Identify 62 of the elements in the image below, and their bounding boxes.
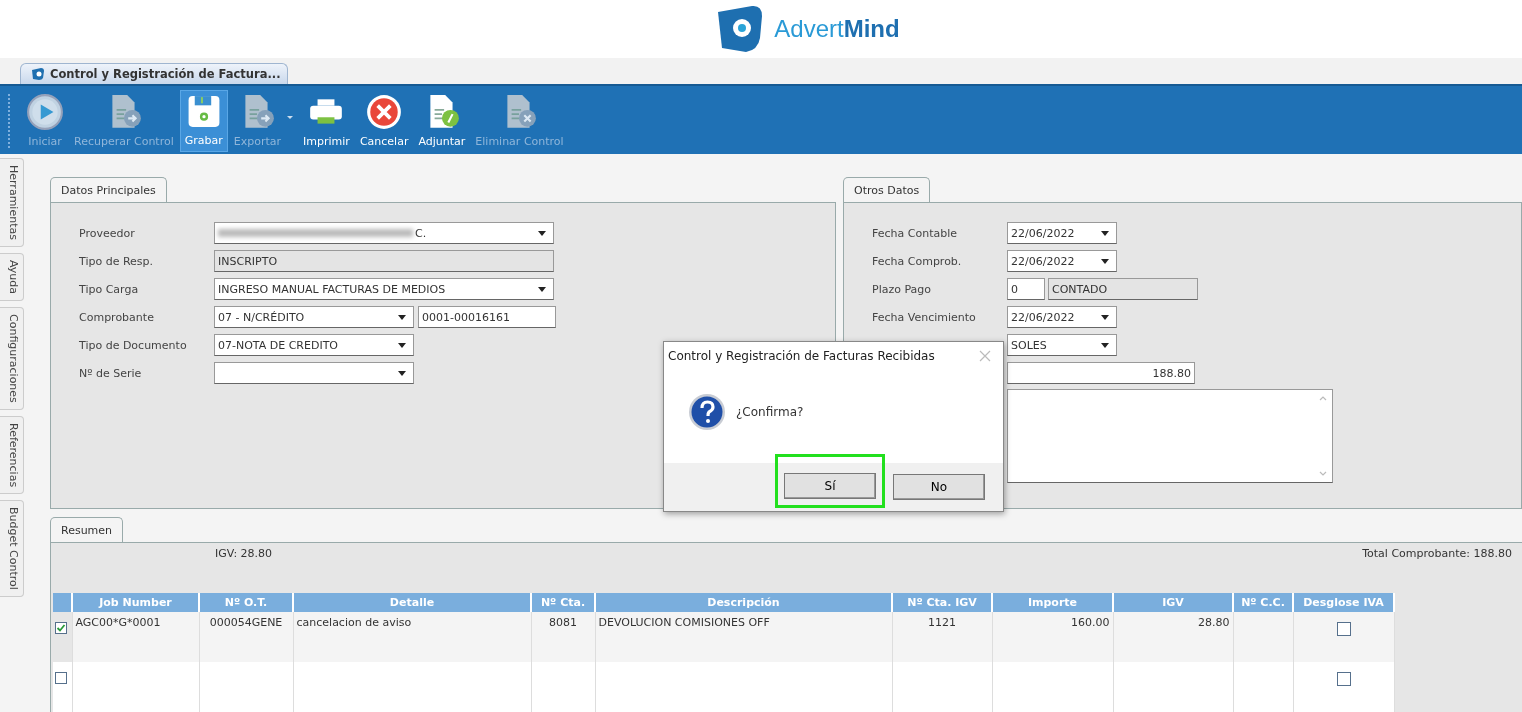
dialog-message: ¿Confirma? xyxy=(736,404,804,419)
table-cell: AGC00*G*0001 xyxy=(75,616,161,629)
days-field[interactable]: 0 xyxy=(1007,278,1045,300)
field-label: Proveedor xyxy=(79,226,136,240)
readonly-field: INSCRIPTO xyxy=(214,250,554,272)
table-cell: 28.80 xyxy=(1198,616,1230,629)
field-label: Nº de Serie xyxy=(79,366,143,380)
table-cell: 8081 xyxy=(549,616,577,629)
checkbox[interactable] xyxy=(55,672,67,684)
dialog-button[interactable]: No xyxy=(893,474,985,500)
cancel-icon xyxy=(365,93,404,131)
field-label: Fecha Vencimiento xyxy=(872,310,977,324)
field-label: Tipo de Resp. xyxy=(79,254,155,268)
table-cell: DEVOLUCION COMISIONES OFF xyxy=(598,616,770,629)
field-label: Comprobante xyxy=(79,310,155,324)
dropdown-field[interactable]: C. xyxy=(214,222,554,244)
checkbox[interactable] xyxy=(55,622,67,634)
scrollbar[interactable] xyxy=(1318,394,1328,478)
readonly-field: CONTADO xyxy=(1048,278,1198,300)
dropdown-field[interactable]: SOLES xyxy=(1007,334,1117,356)
play-icon xyxy=(26,93,64,131)
amount-field[interactable]: 188.80 xyxy=(1007,362,1195,384)
dropdown-field[interactable]: 07 - N/CRÉDITO xyxy=(214,306,414,328)
side-tab[interactable]: Configuraciones xyxy=(0,306,24,410)
table-cell: cancelacion de aviso xyxy=(296,616,412,629)
document-tab[interactable]: Control y Registración de Factura... xyxy=(20,63,288,84)
field-label: Fecha Comprob. xyxy=(872,254,963,268)
dropdown-field[interactable] xyxy=(214,362,414,384)
table-cell: 160.00 xyxy=(1071,616,1110,629)
dropdown-field[interactable]: 22/06/2022 xyxy=(1007,306,1117,328)
side-tab[interactable]: Ayuda xyxy=(0,252,24,301)
field-label: Fecha Contable xyxy=(872,226,958,240)
memo-field[interactable] xyxy=(1007,389,1333,483)
side-tab[interactable]: Referencias xyxy=(0,415,24,494)
number-field[interactable]: 0001-00016161 xyxy=(418,306,556,328)
dialog-title: Control y Registración de Facturas Recibidas xyxy=(668,349,935,363)
checkbox[interactable] xyxy=(1336,622,1351,636)
dropdown-field[interactable]: INGRESO MANUAL FACTURAS DE MEDIOS xyxy=(214,278,554,300)
side-tab[interactable]: Herramientas xyxy=(0,158,24,247)
app-icon xyxy=(31,67,45,81)
toolbar-button[interactable]: Adjuntar xyxy=(414,90,470,152)
toolbar-button[interactable]: Imprimir xyxy=(299,90,354,152)
panel-tab[interactable]: Otros Datos xyxy=(843,177,931,202)
checkbox[interactable] xyxy=(1336,672,1351,686)
field-label: Plazo Pago xyxy=(872,282,933,296)
column-header xyxy=(53,593,72,612)
side-tab[interactable]: Budget Control xyxy=(0,499,24,597)
table-cell: 000054GENE xyxy=(209,616,283,629)
panel-tab[interactable]: Resumen xyxy=(50,517,124,542)
dropdown-field[interactable]: 22/06/2022 xyxy=(1007,250,1117,272)
field-label: Tipo Carga xyxy=(79,282,140,296)
question-icon xyxy=(688,392,726,431)
field-label: Tipo de Documento xyxy=(79,338,188,352)
igv-total: IGV: 28.80 xyxy=(215,547,273,562)
brand-name: AdvertMind xyxy=(774,15,900,43)
dropdown-field[interactable]: 07-NOTA DE CREDITO xyxy=(214,334,414,356)
toolbar-button[interactable]: Cancelar xyxy=(355,90,413,152)
dropdown-field[interactable]: 22/06/2022 xyxy=(1007,222,1117,244)
panel-tab[interactable]: Datos Principales xyxy=(50,177,167,202)
dialog-button[interactable]: Sí xyxy=(784,473,876,499)
table-cell: 1121 xyxy=(928,616,956,629)
total-amount: Total Comprobante: 188.80 xyxy=(1362,547,1512,562)
